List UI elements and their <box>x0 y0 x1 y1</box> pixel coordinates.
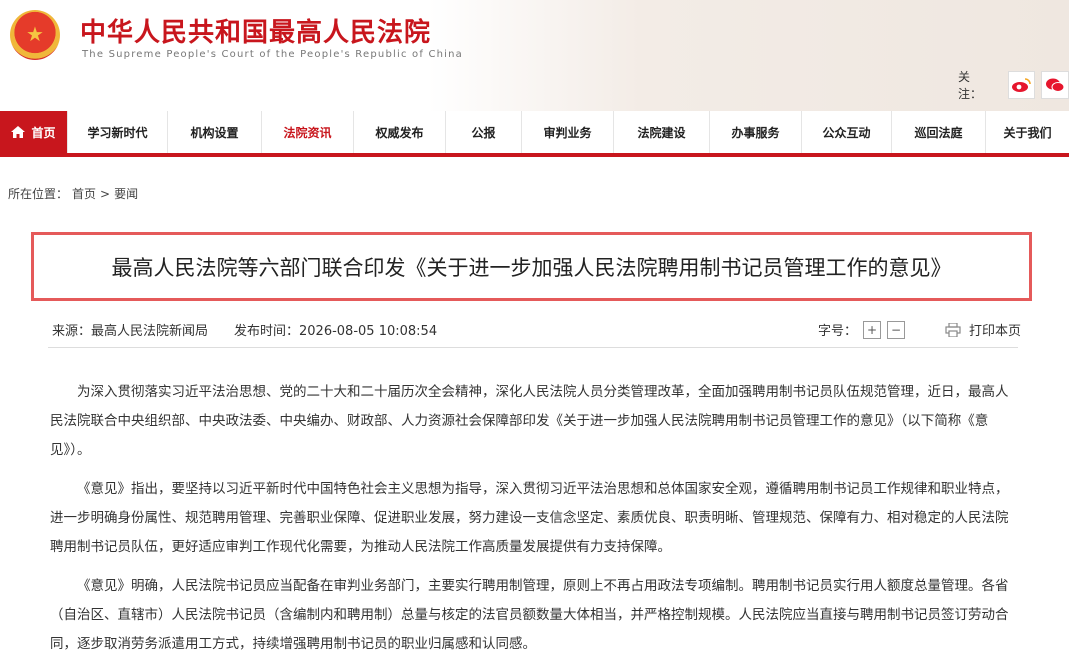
site-subtitle: The Supreme People's Court of the People… <box>82 49 464 60</box>
article-title-box: 最高人民法院等六部门联合印发《关于进一步加强人民法院聘用制书记员管理工作的意见》 <box>31 232 1032 301</box>
article-published: 发布时间：2026-08-05 10:08:54 <box>234 324 438 339</box>
font-increase-button[interactable]: + <box>862 320 881 339</box>
nav-about[interactable]: 关于我们 <box>986 111 1069 153</box>
font-decrease-button[interactable]: − <box>886 320 905 339</box>
print-icon[interactable] <box>945 322 961 337</box>
nav-gazette[interactable]: 公报 <box>446 111 522 153</box>
nav-home[interactable]: 首页 <box>0 111 68 153</box>
breadcrumb-home[interactable]: 首页 <box>72 187 96 201</box>
article-source: 来源：最高人民法院新闻局 <box>52 324 209 339</box>
article-title: 最高人民法院等六部门联合印发《关于进一步加强人民法院聘用制书记员管理工作的意见》 <box>111 255 952 280</box>
breadcrumb-separator: > <box>100 187 111 201</box>
national-emblem-icon[interactable] <box>10 10 60 60</box>
breadcrumb: 所在位置： 首页 > 要闻 <box>8 185 142 202</box>
article-paragraph: 为深入贯彻落实习近平法治思想、党的二十大和二十届历次全会精神，深化人民法院人员分… <box>50 384 1009 458</box>
article-meta: 来源：最高人民法院新闻局 发布时间：2026-08-05 10:08:54 <box>52 320 437 339</box>
site-title[interactable]: 中华人民共和国最高人民法院 <box>80 12 431 49</box>
article-paragraph: 《意见》明确，人民法院书记员应当配备在审判业务部门，主要实行聘用制管理，原则上不… <box>50 578 1009 652</box>
nav-court-building[interactable]: 法院建设 <box>614 111 710 153</box>
nav-services[interactable]: 办事服务 <box>710 111 802 153</box>
nav-trial[interactable]: 审判业务 <box>522 111 614 153</box>
nav-releases[interactable]: 权威发布 <box>354 111 446 153</box>
nav-study[interactable]: 学习新时代 <box>68 111 168 153</box>
article-tools: 字号： + − 打印本页 <box>818 320 1021 339</box>
main-nav: 首页 学习新时代 机构设置 法院资讯 权威发布 公报 审判业务 法院建设 办事服… <box>0 111 1069 157</box>
nav-organization[interactable]: 机构设置 <box>168 111 262 153</box>
nav-circuit-court[interactable]: 巡回法庭 <box>892 111 986 153</box>
site-header: 中华人民共和国最高人民法院 The Supreme People's Court… <box>0 0 1069 111</box>
breadcrumb-prefix: 所在位置： <box>8 187 69 201</box>
font-size-label: 字号： <box>817 324 857 339</box>
article-body: 为深入贯彻落实习近平法治思想、党的二十大和二十届历次全会精神，深化人民法院人员分… <box>50 378 1016 669</box>
print-link[interactable]: 打印本页 <box>969 320 1021 339</box>
wechat-icon[interactable] <box>1041 71 1069 99</box>
meta-divider <box>48 347 1018 348</box>
nav-court-news[interactable]: 法院资讯 <box>262 111 354 153</box>
weibo-icon[interactable] <box>1007 71 1036 99</box>
breadcrumb-current[interactable]: 要闻 <box>114 187 138 201</box>
article-paragraph: 《意见》指出，要坚持以习近平新时代中国特色社会主义思想为指导，深入贯彻习近平法治… <box>50 481 1009 555</box>
nav-interaction[interactable]: 公众互动 <box>802 111 892 153</box>
follow-label: 关注： <box>958 70 983 101</box>
home-icon <box>11 126 26 138</box>
follow-bar: 关注： <box>958 70 1069 101</box>
nav-home-label: 首页 <box>31 125 56 140</box>
